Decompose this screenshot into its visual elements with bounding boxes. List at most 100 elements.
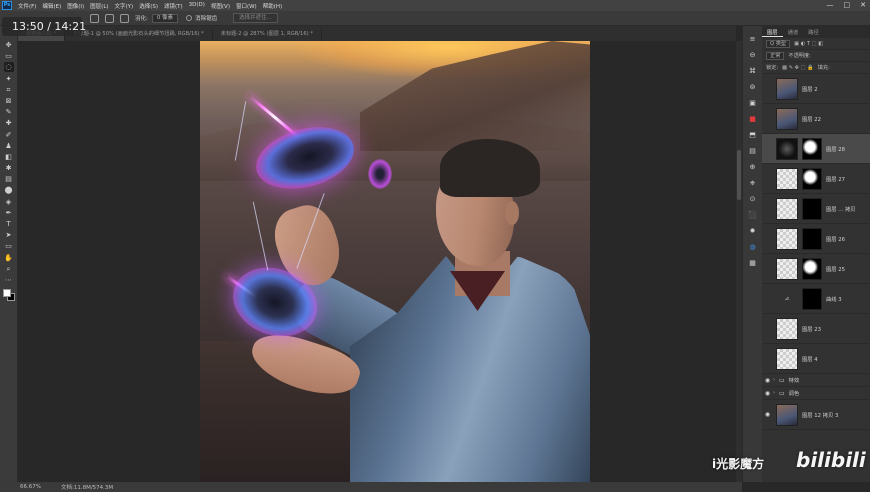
tool-icon[interactable]: ✋: [4, 253, 14, 263]
layer-name: 曲线 3: [826, 296, 842, 303]
layer-name: 图层 26: [826, 236, 846, 243]
subtract-selection-icon[interactable]: [120, 13, 129, 23]
layer-row[interactable]: 图层 27: [762, 164, 870, 194]
tool-icon[interactable]: ✦: [4, 74, 14, 84]
tool-icon[interactable]: ▭: [4, 241, 14, 251]
tool-icon[interactable]: ✱: [4, 163, 14, 173]
close-button[interactable]: ✕: [860, 1, 866, 9]
filter-icons[interactable]: ▣ ◐ T ⬚ ◧: [794, 41, 823, 47]
panel-tab[interactable]: 路径: [803, 28, 824, 36]
layer-row[interactable]: 图层 2: [762, 74, 870, 104]
panel-icon[interactable]: ⊖: [748, 50, 758, 60]
tool-icon[interactable]: ✐: [4, 130, 14, 140]
layer-filter-select[interactable]: Q 类型: [766, 39, 791, 48]
document-tab[interactable]: 未标题-1 @ 50% (画面光影石头的细节扭踢, RGB/16) *: [65, 28, 213, 41]
tool-icon[interactable]: ▤: [4, 174, 14, 184]
layer-row[interactable]: 图层 26: [762, 224, 870, 254]
layer-group-row[interactable]: ◉ › ▭ 调色: [762, 387, 870, 400]
layer-row[interactable]: 图层 25: [762, 254, 870, 284]
new-selection-icon[interactable]: [90, 13, 99, 23]
layer-name: 图层 4: [802, 356, 818, 363]
panel-tab[interactable]: 通道: [783, 28, 804, 36]
panel-icon[interactable]: ⊙: [748, 194, 758, 204]
tool-icon[interactable]: ✎: [4, 107, 14, 117]
lock-icons[interactable]: ▩ ✎ ✥ ⬚ 🔒: [782, 65, 814, 71]
layer-row[interactable]: ◉ 图层 12 拷贝 3: [762, 400, 870, 430]
panel-icon[interactable]: ▤: [748, 146, 758, 156]
menu-item[interactable]: 3D(D): [186, 2, 208, 10]
expand-chevron-icon[interactable]: ›: [773, 377, 775, 383]
antialias-checkbox[interactable]: [186, 15, 193, 21]
maximize-button[interactable]: □: [844, 1, 851, 9]
blend-mode-select[interactable]: 正常: [766, 51, 785, 60]
foreground-color-swatch[interactable]: [2, 289, 11, 298]
canvas-photo[interactable]: [200, 41, 590, 482]
menu-item[interactable]: 视图(V): [208, 2, 233, 10]
minimize-button[interactable]: —: [827, 1, 834, 9]
layer-mask-thumbnail[interactable]: [802, 167, 822, 190]
layer-mask-thumbnail[interactable]: [802, 227, 822, 250]
layer-mask-thumbnail[interactable]: [802, 287, 822, 310]
tool-icon[interactable]: ⋯: [4, 275, 14, 285]
tool-icon[interactable]: ▭: [4, 51, 14, 61]
menu-item[interactable]: 文字(Y): [112, 2, 137, 10]
panel-icon[interactable]: ✹: [748, 226, 758, 236]
visibility-toggle[interactable]: ◉: [762, 411, 773, 418]
layer-row[interactable]: ⊿ 曲线 3: [762, 284, 870, 314]
layer-name: 图层 12 拷贝 3: [802, 412, 839, 419]
menu-bar: Ps 文件(F) 编辑(E) 图像(I) 图层(L) 文字(Y) 选择(S) 滤镜(T) 3D…: [0, 0, 870, 11]
panel-icon[interactable]: ■: [748, 114, 758, 124]
layer-row[interactable]: 图层 23: [762, 314, 870, 344]
menu-item[interactable]: 图层(L): [87, 2, 111, 10]
select-and-mask-button[interactable]: 选择并遮住...: [233, 13, 278, 23]
menu-item[interactable]: 帮助(H): [260, 2, 285, 10]
layer-row[interactable]: 图层 4: [762, 344, 870, 374]
zoom-level[interactable]: 66.67%: [20, 484, 41, 490]
menu-item[interactable]: 选择(S): [136, 2, 161, 10]
tool-icon[interactable]: ✥: [4, 40, 14, 50]
tool-icon[interactable]: ♟: [4, 141, 14, 151]
panel-icon[interactable]: ⊕: [748, 162, 758, 172]
menu-item[interactable]: 窗口(W): [233, 2, 260, 10]
tool-icon[interactable]: ⌕: [4, 264, 14, 274]
menu-item[interactable]: 文件(F): [15, 2, 39, 10]
menu-item[interactable]: 编辑(E): [39, 2, 64, 10]
panel-icon[interactable]: ⊚: [748, 82, 758, 92]
tool-icon[interactable]: ⊠: [4, 96, 14, 106]
document-tab[interactable]: 未标题-2 @ 287% (图层 1, RGB/16) *: [213, 28, 322, 41]
tool-icon[interactable]: ✚: [4, 118, 14, 128]
color-swatches[interactable]: [2, 288, 16, 304]
panel-icon[interactable]: ⎈: [748, 178, 758, 188]
layer-mask-thumbnail[interactable]: [802, 197, 822, 220]
tool-icon[interactable]: ➤: [4, 230, 14, 240]
tool-icon[interactable]: ⬤: [4, 185, 14, 195]
panel-icon[interactable]: ▣: [748, 98, 758, 108]
panel-icon[interactable]: ⌘: [748, 66, 758, 76]
expand-chevron-icon[interactable]: ›: [773, 390, 775, 396]
tool-icon[interactable]: ◈: [4, 197, 14, 207]
menu-item[interactable]: 图像(I): [64, 2, 87, 10]
panel-icon[interactable]: ▦: [748, 258, 758, 268]
layer-mask-thumbnail[interactable]: [802, 257, 822, 280]
tool-icon[interactable]: ◌: [3, 62, 14, 73]
tool-icon[interactable]: ✒: [4, 208, 14, 218]
add-selection-icon[interactable]: [105, 13, 114, 23]
menu-item[interactable]: 滤镜(T): [161, 2, 186, 10]
vertical-scroll-thumb[interactable]: [737, 150, 741, 200]
panel-icon[interactable]: ≡: [748, 34, 758, 44]
tool-icon[interactable]: ◧: [4, 152, 14, 162]
panel-icon[interactable]: ◍: [748, 242, 758, 252]
layer-mask-thumbnail[interactable]: [802, 137, 822, 160]
panel-tab[interactable]: 图层: [762, 28, 783, 37]
layer-row[interactable]: 图层 22: [762, 104, 870, 134]
layer-group-row[interactable]: ◉ › ▭ 特效: [762, 374, 870, 387]
panel-icon[interactable]: ⬛: [748, 210, 758, 220]
tool-icon[interactable]: T: [4, 219, 14, 229]
feather-input[interactable]: 0 像素: [151, 13, 179, 23]
layer-row[interactable]: 图层 28: [762, 134, 870, 164]
visibility-toggle[interactable]: ◉: [762, 377, 773, 384]
visibility-toggle[interactable]: ◉: [762, 390, 773, 397]
layer-row[interactable]: 图层 ... 拷贝: [762, 194, 870, 224]
tool-icon[interactable]: ⌗: [4, 85, 14, 95]
panel-icon[interactable]: ⬒: [748, 130, 758, 140]
